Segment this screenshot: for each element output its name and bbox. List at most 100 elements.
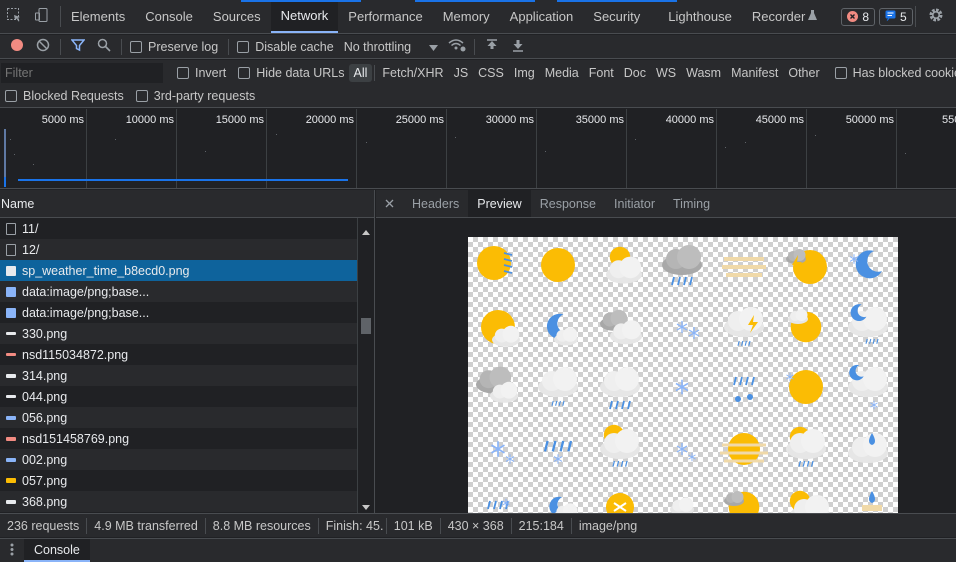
record-icon — [10, 38, 24, 55]
request-row[interactable]: nsd151458769.png — [0, 428, 357, 449]
request-row[interactable]: 330.png — [0, 323, 357, 344]
device-toolbar-icon[interactable] — [34, 7, 50, 26]
has-blocked-cookies-checkbox[interactable]: Has blocked cookies — [834, 66, 956, 80]
tab-sources[interactable]: Sources — [203, 0, 271, 33]
image-icon — [6, 286, 16, 297]
record-button[interactable] — [4, 36, 30, 58]
request-row[interactable]: nsd115034872.png — [0, 344, 357, 365]
request-row[interactable]: 056.png — [0, 407, 357, 428]
type-filter-fetch-xhr[interactable]: Fetch/XHR — [377, 64, 448, 82]
request-row[interactable]: 314.png — [0, 365, 357, 386]
tab-timing[interactable]: Timing — [664, 190, 719, 217]
tab-memory[interactable]: Memory — [433, 0, 500, 33]
import-har-button[interactable] — [479, 36, 505, 58]
request-row[interactable]: 11/ — [0, 218, 357, 239]
tab-console[interactable]: Console — [135, 0, 203, 33]
export-har-button[interactable] — [505, 36, 531, 58]
type-filter-media[interactable]: Media — [540, 64, 584, 82]
scrollbar-thumb[interactable] — [361, 318, 371, 334]
preserve-log-checkbox[interactable]: Preserve log — [130, 40, 218, 54]
more-vertical-icon — [10, 543, 14, 559]
tab-initiator[interactable]: Initiator — [605, 190, 664, 217]
gear-icon — [928, 7, 944, 26]
disable-cache-checkbox[interactable]: Disable cache — [237, 40, 334, 54]
image-file-size: 101 kB — [387, 517, 441, 534]
name-column-header[interactable]: Name — [0, 190, 374, 218]
hide-data-urls-checkbox[interactable]: Hide data URLs — [238, 66, 345, 80]
image-icon — [6, 353, 16, 356]
drawer-tab-console[interactable]: Console — [24, 539, 90, 562]
tab-preview[interactable]: Preview — [468, 190, 531, 217]
third-party-box[interactable] — [135, 90, 148, 102]
type-filter-doc[interactable]: Doc — [619, 64, 651, 82]
tab-response[interactable]: Response — [531, 190, 605, 217]
tab-application[interactable]: Application — [500, 0, 584, 33]
type-filter-divider — [374, 64, 376, 81]
request-row[interactable]: 002.png — [0, 449, 357, 470]
request-list-pane: Name 11/ 12/ sp_weather_time_b8ecd0.png … — [0, 190, 375, 513]
error-count-badge[interactable]: 8 — [841, 7, 876, 26]
request-name: 002.png — [22, 452, 68, 467]
invert-box[interactable] — [177, 66, 189, 79]
image-preview — [468, 237, 898, 513]
tab-performance[interactable]: Performance — [338, 0, 432, 33]
close-detail-button[interactable] — [376, 190, 403, 217]
scroll-up-arrow-icon[interactable] — [362, 224, 370, 238]
type-filter-css[interactable]: CSS — [473, 64, 509, 82]
type-filter-manifest[interactable]: Manifest — [726, 64, 783, 82]
filter-input[interactable] — [1, 62, 163, 83]
tab-elements[interactable]: Elements — [61, 0, 135, 33]
hide-data-urls-box[interactable] — [238, 66, 251, 79]
request-row[interactable]: 057.png — [0, 470, 357, 491]
request-row[interactable]: 368.png — [0, 491, 357, 512]
disable-cache-box[interactable] — [237, 40, 250, 53]
tab-network[interactable]: Network — [270, 0, 339, 33]
type-filter-wasm[interactable]: Wasm — [681, 64, 726, 82]
message-count-badge[interactable]: 5 — [879, 7, 913, 26]
request-list-scrollbar[interactable] — [357, 218, 374, 513]
filter-bar-secondary: Blocked Requests 3rd-party requests — [0, 85, 956, 108]
toolbar-divider — [121, 38, 122, 55]
throttling-select[interactable]: No throttling — [343, 39, 439, 54]
search-button[interactable] — [91, 36, 117, 58]
tab-security[interactable]: Security — [583, 0, 650, 33]
type-filter-all[interactable]: All — [348, 63, 373, 82]
weather-sprite-image — [476, 245, 888, 513]
type-filter-other[interactable]: Other — [783, 64, 824, 82]
request-row[interactable]: 044.png — [0, 386, 357, 407]
tab-recorder[interactable]: Recorder — [742, 0, 827, 33]
drawer-menu-button[interactable] — [0, 539, 24, 562]
request-row[interactable]: data:image/png;base... — [0, 281, 357, 302]
has-blocked-cookies-box[interactable] — [834, 66, 847, 79]
preserve-log-box[interactable] — [130, 40, 142, 53]
type-filter-font[interactable]: Font — [584, 64, 619, 82]
resource-type-filters: All Fetch/XHR JS CSS Img Media Font Doc … — [348, 63, 825, 82]
tab-lighthouse[interactable]: Lighthouse — [650, 0, 742, 33]
request-row[interactable]: data:image/png;base... — [0, 302, 357, 323]
request-count: 236 requests — [0, 517, 88, 534]
scroll-down-arrow-icon[interactable] — [362, 499, 370, 513]
name-column-label: Name — [1, 196, 35, 211]
type-filter-js[interactable]: JS — [449, 64, 474, 82]
request-row-selected[interactable]: sp_weather_time_b8ecd0.png — [0, 260, 357, 281]
type-filter-img[interactable]: Img — [509, 64, 540, 82]
blocked-requests-box[interactable] — [5, 90, 17, 102]
request-row[interactable]: 12/ — [0, 239, 357, 260]
request-name: 056.png — [22, 410, 68, 425]
filter-toggle-button[interactable] — [65, 36, 91, 58]
tab-headers[interactable]: Headers — [403, 190, 468, 217]
network-toolbar: Preserve log Disable cache No throttling — [0, 35, 956, 59]
settings-button[interactable] — [915, 6, 956, 27]
type-filter-ws[interactable]: WS — [651, 64, 681, 82]
download-icon — [512, 39, 524, 55]
throttling-value: No throttling — [343, 39, 412, 54]
image-icon — [6, 395, 16, 398]
network-conditions-button[interactable] — [444, 36, 470, 58]
inspect-element-icon[interactable] — [6, 7, 22, 26]
request-name: data:image/png;base... — [22, 284, 150, 299]
blocked-requests-checkbox[interactable]: Blocked Requests — [5, 89, 124, 103]
clear-button[interactable] — [30, 36, 56, 58]
invert-checkbox[interactable]: Invert — [177, 66, 226, 80]
network-overview-timeline[interactable]: 5000 ms 10000 ms 15000 ms 20000 ms 25000… — [0, 109, 956, 189]
third-party-checkbox[interactable]: 3rd-party requests — [135, 89, 255, 103]
